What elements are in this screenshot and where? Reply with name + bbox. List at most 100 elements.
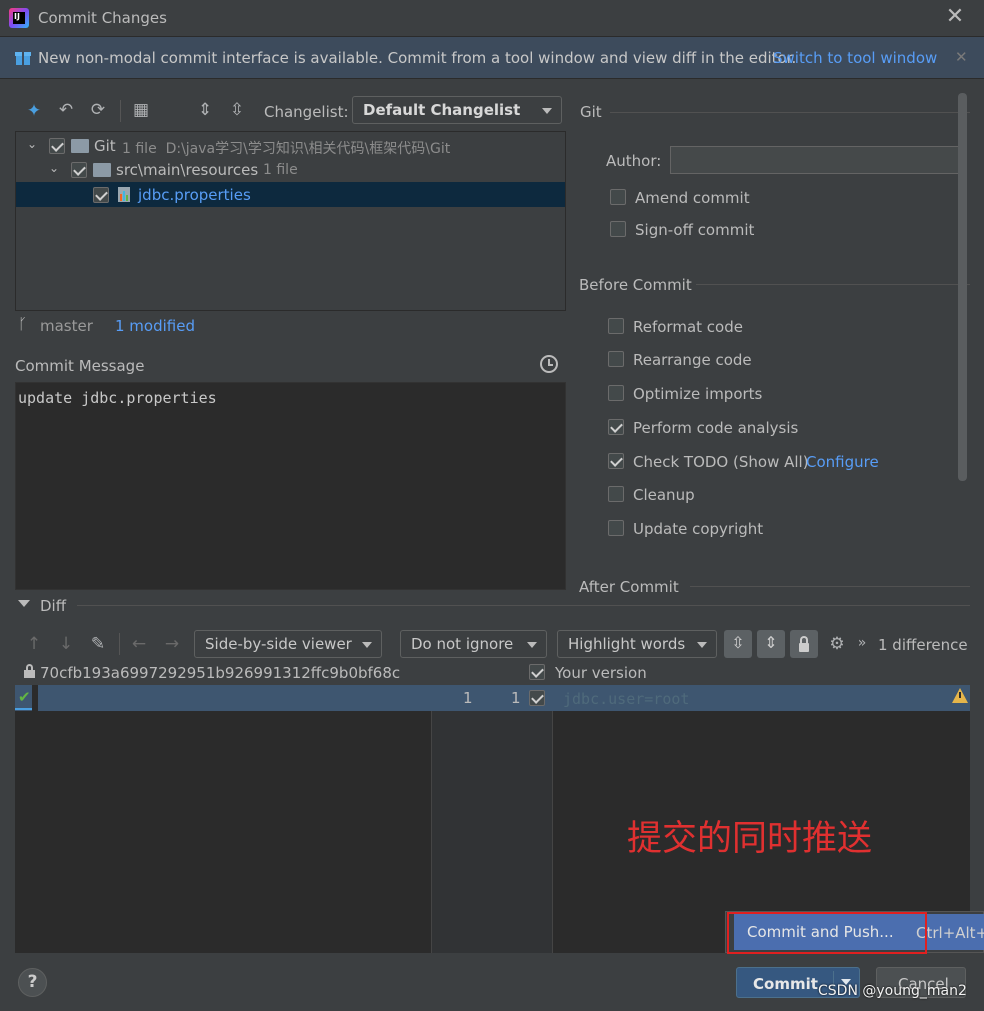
banner-close-icon[interactable]: ✕ [955, 48, 968, 66]
rearrange-code-checkbox[interactable] [608, 351, 624, 367]
switch-to-tool-window-link[interactable]: Switch to tool window [773, 49, 937, 67]
history-icon[interactable] [540, 355, 558, 373]
perform-code-analysis-checkbox[interactable] [608, 419, 624, 435]
options-scrollbar[interactable] [958, 93, 967, 481]
changelist-label: Changelist: [264, 103, 349, 121]
perform-code-analysis-label[interactable]: Perform code analysis [633, 419, 798, 437]
diff-section-title[interactable]: Diff [40, 597, 66, 615]
changelist-dropdown[interactable]: Default Changelist [352, 96, 562, 124]
properties-file-icon [117, 186, 133, 203]
tree-label: Git [94, 137, 116, 155]
highlight-dropdown[interactable]: Highlight words [557, 630, 717, 658]
edit-icon[interactable]: ✎ [87, 634, 109, 654]
diff-left-editor[interactable] [15, 685, 431, 953]
checkbox-jdbc-properties[interactable] [93, 187, 109, 203]
close-icon[interactable]: ✕ [944, 4, 966, 30]
sign-off-commit-checkbox[interactable] [610, 221, 626, 237]
expand-icon[interactable]: ✦ [23, 101, 45, 121]
lock-icon[interactable] [790, 630, 818, 658]
gift-icon [14, 48, 32, 66]
rearrange-code-label[interactable]: Rearrange code [633, 351, 752, 369]
tree-row-jdbc-properties[interactable]: jdbc.properties [16, 182, 565, 207]
sync-scroll-icon[interactable]: ⇕ [757, 630, 785, 658]
diff-collapse-icon[interactable] [18, 600, 30, 613]
watermark: CSDN @young_man2 [818, 983, 967, 999]
annotation-text: 提交的同时推送 [627, 819, 873, 859]
optimize-imports-label[interactable]: Optimize imports [633, 385, 762, 403]
left-revision-hash: 70cfb193a6997292951b926991312ffc9b0bf68c [40, 664, 401, 682]
commit-message-label: Commit Message [15, 357, 145, 375]
check-todo-checkbox[interactable] [608, 453, 624, 469]
cleanup-checkbox[interactable] [608, 486, 624, 502]
reformat-code-label[interactable]: Reformat code [633, 318, 743, 336]
more-icon[interactable]: » [851, 633, 873, 653]
include-line-checkbox[interactable] [529, 690, 545, 706]
gear-icon[interactable]: ⚙ [826, 634, 848, 654]
commit-message-input[interactable]: update jdbc.properties [15, 382, 566, 590]
tree-meta: 1 file [263, 162, 298, 178]
expand-all-icon[interactable]: ⇕ [194, 100, 216, 120]
author-input[interactable] [670, 146, 963, 174]
group-by-icon[interactable]: ▦ [130, 100, 152, 120]
annotation-highlight-box [727, 912, 927, 954]
git-section-title: Git [580, 103, 602, 121]
diff-gutter [431, 685, 553, 953]
cleanup-label[interactable]: Cleanup [633, 486, 695, 504]
help-button[interactable]: ? [18, 968, 47, 997]
tree-row-git[interactable]: ⌄ Git 1 file D:\java学习\学习知识\相关代码\框架代码\Gi… [16, 134, 565, 158]
tree-label: src\main\resources [116, 161, 259, 179]
changes-tree: ⌄ Git 1 file D:\java学习\学习知识\相关代码\框架代码\Gi… [15, 131, 566, 311]
before-commit-section-title: Before Commit [579, 276, 692, 294]
title-bar: IJ Commit Changes ✕ [0, 0, 984, 37]
left-line-number: 1 [463, 689, 473, 707]
banner-text: New non-modal commit interface is availa… [38, 49, 797, 67]
configure-todo-link[interactable]: Configure [806, 453, 879, 471]
difference-count: 1 difference [878, 636, 968, 654]
diff-line-content: jdbc.user=root [563, 690, 690, 708]
next-difference-icon[interactable]: ↓ [55, 634, 77, 654]
back-icon[interactable]: ← [128, 634, 150, 654]
commit-popup: Commit and Push... Ctrl+Alt+ [725, 911, 984, 954]
commit-message-text: update jdbc.properties [18, 389, 217, 407]
tree-label: jdbc.properties [138, 186, 251, 204]
after-commit-section-title: After Commit [579, 578, 679, 592]
update-copyright-label[interactable]: Update copyright [633, 520, 763, 538]
update-copyright-checkbox[interactable] [608, 520, 624, 536]
your-version-checkbox[interactable] [529, 664, 545, 680]
rollback-icon[interactable]: ↶ [55, 100, 77, 120]
amend-commit-checkbox[interactable] [610, 189, 626, 205]
your-version-label: Your version [555, 664, 647, 682]
tree-meta: 1 file D:\java学习\学习知识\相关代码\框架代码\Git [122, 141, 451, 157]
app-logo-icon: IJ [9, 8, 29, 28]
right-line-number: 1 [511, 689, 521, 707]
author-label: Author: [606, 152, 662, 170]
folder-icon [93, 163, 111, 177]
reformat-code-checkbox[interactable] [608, 318, 624, 334]
modified-count-link[interactable]: 1 modified [115, 317, 195, 335]
refresh-icon[interactable]: ⟳ [87, 100, 109, 120]
chevron-down-icon[interactable]: ⌄ [49, 161, 59, 175]
forward-icon[interactable]: → [161, 634, 183, 654]
sign-off-commit-label[interactable]: Sign-off commit [635, 221, 754, 239]
after-commit-clip: After Commit [575, 570, 975, 592]
chevron-down-icon[interactable]: ⌄ [27, 137, 37, 151]
check-todo-label[interactable]: Check TODO (Show All) [633, 453, 809, 471]
collapse-unchanged-icon[interactable]: ⇳ [724, 630, 752, 658]
ignore-dropdown[interactable]: Do not ignore [400, 630, 547, 658]
viewer-dropdown[interactable]: Side-by-side viewer [194, 630, 382, 658]
warning-icon [952, 688, 968, 703]
optimize-imports-checkbox[interactable] [608, 385, 624, 401]
diff-highlight-row [15, 685, 970, 711]
diff-status-icon: ✔ [18, 688, 31, 706]
lock-small-icon [24, 664, 36, 678]
branch-name: master [40, 317, 93, 335]
tree-row-resources[interactable]: ⌄ src\main\resources 1 file [16, 158, 565, 182]
collapse-all-icon[interactable]: ⇳ [226, 100, 248, 120]
window-title: Commit Changes [38, 9, 167, 27]
amend-commit-label[interactable]: Amend commit [635, 189, 750, 207]
help-label: ? [27, 972, 38, 992]
info-banner: New non-modal commit interface is availa… [0, 37, 984, 79]
checkbox-git[interactable] [49, 138, 65, 154]
previous-difference-icon[interactable]: ↑ [23, 634, 45, 654]
checkbox-resources[interactable] [71, 162, 87, 178]
